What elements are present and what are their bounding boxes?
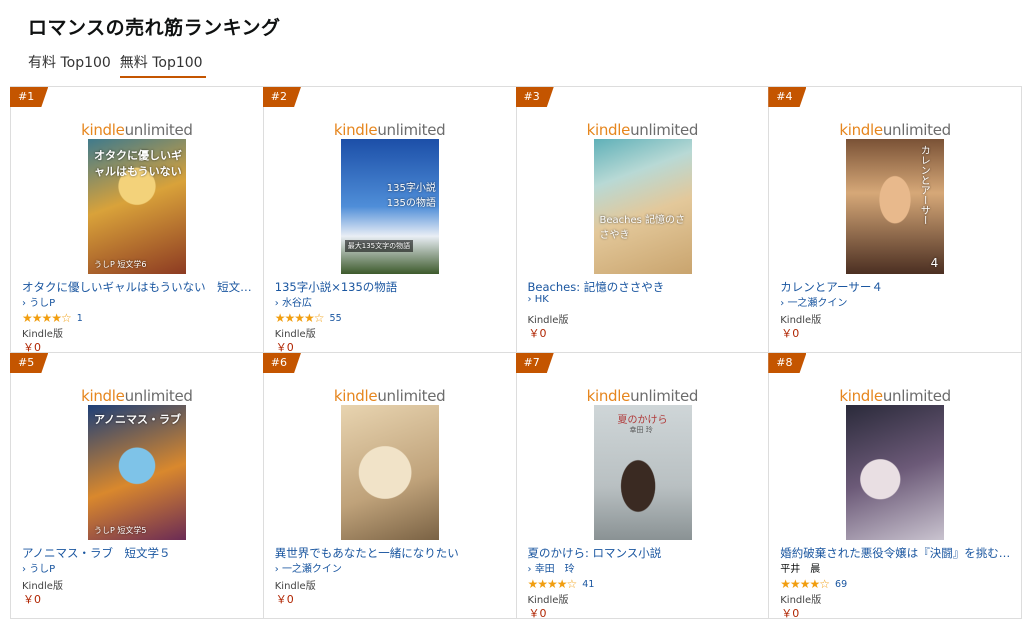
format-label: Kindle版: [22, 329, 63, 340]
book-card[interactable]: #6 kindleunlimited 異世界でもあなたと一緒になりたい › 一之…: [262, 353, 517, 619]
kindle-unlimited-logo: kindleunlimited: [586, 387, 699, 405]
author-link[interactable]: › HK: [528, 294, 549, 305]
review-count[interactable]: 1: [77, 313, 83, 324]
cover-title: アノニマス・ラブ: [94, 413, 182, 426]
grid-row: #1 kindleunlimited オタクに優しいギャルはもういない うしP …: [10, 87, 1022, 354]
cover-title: 夏のかけら: [617, 415, 668, 426]
cover-title: Beaches 記憶のささやき: [599, 215, 686, 241]
price: ￥0: [528, 607, 547, 620]
rank-badge: #6: [262, 353, 301, 373]
author-link[interactable]: › 幸田 玲: [528, 560, 575, 575]
book-title-link[interactable]: 夏のかけら: ロマンス小説: [528, 545, 760, 561]
rank-badge: #8: [768, 353, 807, 373]
kindle-unlimited-logo: kindleunlimited: [333, 387, 446, 405]
tab-free-top100[interactable]: 無料 Top100: [119, 50, 206, 78]
book-title-link[interactable]: オタクに優しいギャルはもういない 短文学６: [22, 279, 254, 295]
price: ￥0: [781, 607, 800, 620]
format-label: Kindle版: [527, 315, 569, 326]
review-count[interactable]: 69: [835, 579, 847, 590]
format-label: Kindle版: [780, 315, 822, 326]
cover-title: オタクに優しいギャルはもういない: [94, 149, 182, 178]
rank-badge: #1: [10, 87, 49, 107]
author-link[interactable]: › 水谷広: [275, 294, 312, 309]
author-link: 平井 晨: [780, 564, 821, 575]
price: ￥0: [275, 593, 294, 606]
author-link[interactable]: › うしP: [22, 560, 55, 575]
cover-subtitle: 幸田 玲: [629, 426, 653, 434]
review-count[interactable]: 41: [582, 579, 594, 590]
book-card[interactable]: #5 kindleunlimited アノニマス・ラブ うしP 短文学5 アノニ…: [10, 353, 264, 619]
rank-badge: #4: [768, 87, 807, 107]
book-cover[interactable]: カレンとアーサー 4: [846, 139, 945, 274]
page-title: ロマンスの売れ筋ランキング: [28, 17, 281, 39]
rank-badge: #7: [515, 353, 554, 373]
book-card[interactable]: #2 kindleunlimited 135字小説 135の物語 最大135文字…: [262, 87, 517, 354]
book-card[interactable]: #8 kindleunlimited 婚約破棄された悪役令嬢は『決闘』を挑むこ……: [768, 353, 1022, 620]
rank-badge: #3: [515, 87, 554, 107]
book-title-link[interactable]: 異世界でもあなたと一緒になりたい: [275, 545, 507, 561]
format-label: Kindle版: [274, 329, 316, 340]
kindle-unlimited-logo: kindleunlimited: [839, 121, 951, 139]
star-rating[interactable]: ★★★★☆ 1: [22, 311, 83, 325]
book-title-link[interactable]: アノニマス・ラブ 短文学５: [22, 545, 254, 561]
book-cover[interactable]: [340, 405, 439, 540]
cover-title: 135字小説 135の物語: [386, 183, 436, 209]
star-rating[interactable]: ★★★★☆ 69: [780, 577, 847, 591]
kindle-unlimited-logo: kindleunlimited: [839, 387, 951, 405]
author-link[interactable]: › 一之瀬クイン: [275, 560, 342, 575]
cover-subtitle: うしP 短文学5: [94, 526, 147, 535]
kindle-unlimited-logo: kindleunlimited: [81, 387, 193, 405]
bestseller-grid: #1 kindleunlimited オタクに優しいギャルはもういない うしP …: [10, 86, 1022, 620]
book-title-link[interactable]: 婚約破棄された悪役令嬢は『決闘』を挑むこ…: [780, 545, 1012, 561]
star-rating[interactable]: ★★★★☆ 55: [275, 311, 342, 325]
author-link[interactable]: › 一之瀬クイン: [780, 294, 847, 309]
book-title-link[interactable]: 135字小説×135の物語: [275, 279, 507, 295]
book-title-link[interactable]: Beaches: 記憶のささやき: [528, 279, 760, 295]
book-cover[interactable]: 夏のかけら 幸田 玲: [593, 405, 692, 540]
ranking-tabs: 有料 Top100 無料 Top100: [28, 50, 212, 78]
cover-subtitle: 最大135文字の物語: [344, 240, 414, 252]
cover-subtitle: うしP 短文学6: [94, 260, 147, 269]
price: ￥0: [528, 327, 547, 340]
format-label: Kindle版: [527, 595, 569, 606]
book-cover[interactable]: アノニマス・ラブ うしP 短文学5: [88, 405, 186, 540]
tab-paid-top100[interactable]: 有料 Top100: [28, 50, 114, 78]
grid-row: #5 kindleunlimited アノニマス・ラブ うしP 短文学5 アノニ…: [10, 353, 1022, 620]
format-label: Kindle版: [780, 595, 822, 606]
book-card[interactable]: #1 kindleunlimited オタクに優しいギャルはもういない うしP …: [10, 87, 264, 354]
rank-badge: #5: [10, 353, 49, 373]
cover-title: カレンとアーサー: [918, 145, 930, 225]
price: ￥0: [23, 593, 41, 606]
book-cover[interactable]: [846, 405, 945, 540]
kindle-unlimited-logo: kindleunlimited: [333, 121, 446, 139]
author-link[interactable]: › うしP: [22, 294, 55, 309]
kindle-unlimited-logo: kindleunlimited: [586, 121, 699, 139]
book-cover[interactable]: 135字小説 135の物語 最大135文字の物語: [340, 139, 439, 274]
book-cover[interactable]: Beaches 記憶のささやき: [593, 139, 692, 274]
book-cover[interactable]: オタクに優しいギャルはもういない うしP 短文学6: [88, 139, 186, 274]
rank-badge: #2: [262, 87, 301, 107]
book-title-link[interactable]: カレンとアーサー４: [780, 279, 1012, 295]
book-card[interactable]: #4 kindleunlimited カレンとアーサー 4 カレンとアーサー４ …: [768, 87, 1022, 353]
price: ￥0: [781, 327, 800, 340]
book-card[interactable]: #3 kindleunlimited Beaches 記憶のささやき Beach…: [515, 87, 770, 353]
format-label: Kindle版: [274, 581, 316, 592]
format-label: Kindle版: [22, 581, 63, 592]
star-rating[interactable]: ★★★★☆ 41: [528, 577, 595, 591]
cover-subtitle: 4: [930, 256, 939, 270]
book-card[interactable]: #7 kindleunlimited 夏のかけら 幸田 玲 夏のかけら: ロマン…: [515, 353, 770, 620]
kindle-unlimited-logo: kindleunlimited: [81, 121, 193, 139]
review-count[interactable]: 55: [330, 313, 342, 324]
